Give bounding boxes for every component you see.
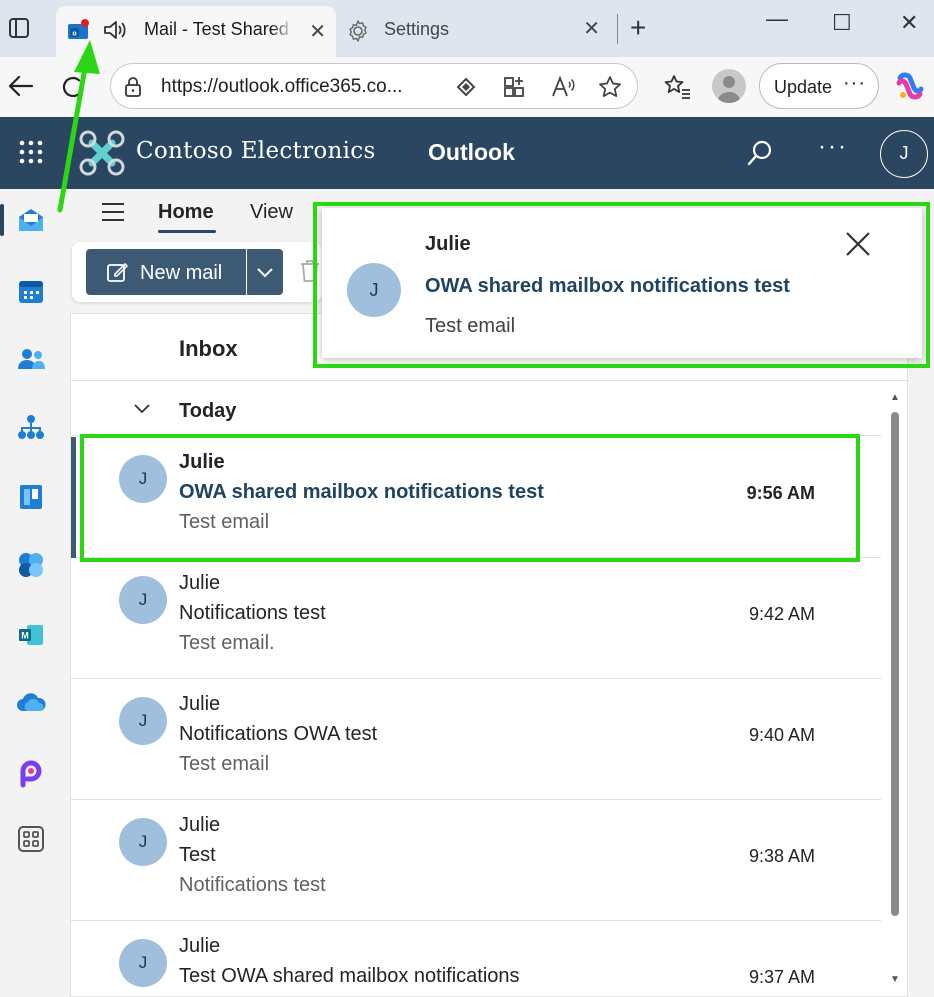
window-close-icon[interactable]: ✕: [900, 10, 918, 36]
received-time: 9:38 AM: [748, 846, 815, 866]
list-item[interactable]: J Julie Test OWA shared mailbox notifica…: [71, 921, 881, 997]
more-apps-icon[interactable]: [15, 823, 47, 855]
received-time: 9:37 AM: [748, 967, 815, 987]
calendar-icon[interactable]: [15, 275, 47, 307]
list-item[interactable]: J Julie Test Notifications test 9:38 AM: [71, 800, 881, 921]
profile-avatar[interactable]: [712, 69, 746, 103]
hamburger-menu-icon[interactable]: [100, 200, 126, 224]
app-name: Outlook: [428, 139, 515, 165]
new-mail-dropdown[interactable]: [247, 249, 283, 295]
scroll-up-icon[interactable]: ▲: [890, 392, 900, 403]
subject: Notifications test: [179, 602, 326, 624]
browser-toolbar: https://outlook.office365.co... Update ·…: [0, 57, 934, 117]
read-aloud-icon[interactable]: [549, 74, 575, 100]
new-mail-label: New mail: [140, 262, 223, 284]
group-header-today[interactable]: Today: [71, 382, 881, 436]
browser-tab-bar: o Mail - Test Shared Mailbox ✕ Settings …: [0, 0, 934, 57]
mail-icon[interactable]: [15, 205, 47, 237]
sender: Julie: [179, 693, 221, 715]
lock-icon[interactable]: [123, 76, 143, 98]
highlight-box-notification: [313, 202, 930, 368]
files-icon[interactable]: [15, 481, 47, 513]
avatar: J: [119, 939, 167, 987]
update-label: Update: [774, 77, 833, 97]
maximize-icon[interactable]: ☐: [832, 10, 852, 36]
add-extension-icon[interactable]: [501, 74, 527, 100]
tab-separator: [617, 14, 618, 44]
rail-active-indicator: [0, 204, 4, 236]
search-icon[interactable]: [746, 139, 774, 167]
onedrive-icon[interactable]: [15, 687, 47, 719]
list-item[interactable]: J Julie Notifications OWA test Test emai…: [71, 679, 881, 800]
selected-indicator: [71, 437, 76, 558]
back-arrow-icon[interactable]: [6, 71, 36, 101]
preview: Test email.: [179, 632, 275, 654]
favorites-list-icon[interactable]: [662, 71, 692, 101]
subject: Test OWA shared mailbox notifications: [179, 965, 520, 987]
preview: Test email: [179, 753, 270, 775]
tab-audio-icon[interactable]: [102, 17, 128, 43]
compose-icon: [107, 262, 129, 282]
teams-icon[interactable]: [15, 549, 47, 581]
account-avatar[interactable]: J: [880, 130, 928, 178]
browser-tab-mail[interactable]: o Mail - Test Shared Mailbox ✕: [56, 6, 336, 57]
message-list: Inbox Today J Julie OWA shared mailbox n…: [70, 313, 909, 997]
window-menu-icon[interactable]: [8, 17, 30, 39]
outlook-favicon-icon: o: [68, 19, 89, 39]
org-icon[interactable]: [15, 411, 47, 443]
contoso-logo-icon: [79, 130, 125, 176]
avatar: J: [119, 576, 167, 624]
brand-name: Contoso Electronics: [136, 138, 376, 164]
chevron-down-icon[interactable]: [133, 402, 151, 416]
copilot-icon[interactable]: [894, 70, 926, 102]
minimize-icon[interactable]: —: [766, 6, 788, 32]
scrollbar-thumb[interactable]: [891, 412, 899, 916]
received-time: 9:40 AM: [748, 725, 815, 745]
loop-icon[interactable]: [15, 757, 47, 789]
tab-close-icon[interactable]: ✕: [583, 16, 600, 41]
update-button[interactable]: Update ···: [759, 63, 879, 109]
subject: Notifications OWA test: [179, 723, 378, 745]
more-options-icon[interactable]: ···: [843, 72, 866, 95]
browser-tab-settings[interactable]: Settings ✕: [340, 6, 610, 52]
scroll-down-icon[interactable]: ▼: [890, 974, 900, 985]
preview: Notifications test: [179, 874, 326, 896]
highlight-box-message: [80, 434, 860, 562]
outlook-header: Contoso Electronics Outlook ··· J: [0, 117, 934, 189]
tab-home[interactable]: Home: [158, 201, 214, 224]
svg-text:o: o: [72, 31, 76, 38]
app-launcher-icon[interactable]: [18, 139, 44, 165]
refresh-icon[interactable]: [58, 72, 88, 102]
list-scrollbar[interactable]: ▲ ▼: [886, 382, 906, 997]
sender: Julie: [179, 935, 221, 957]
list-item[interactable]: J Julie Notifications test Test email. 9…: [71, 558, 881, 679]
url-text[interactable]: https://outlook.office365.co...: [161, 76, 403, 98]
new-mail-button[interactable]: New mail: [86, 249, 246, 295]
sender: Julie: [179, 814, 221, 836]
immersive-reader-icon[interactable]: [453, 74, 479, 100]
gear-icon: [349, 20, 367, 42]
tab-title: Settings: [384, 19, 450, 39]
app-rail: M: [0, 189, 62, 997]
tab-home-underline: [158, 230, 216, 233]
sender: Julie: [179, 572, 221, 594]
svg-text:M: M: [21, 631, 29, 641]
folder-title: Inbox: [179, 336, 238, 361]
favorite-star-icon[interactable]: [597, 74, 623, 100]
address-bar[interactable]: https://outlook.office365.co...: [110, 63, 638, 109]
more-icon[interactable]: ···: [818, 133, 848, 161]
chevron-down-icon: [257, 268, 273, 278]
avatar: J: [119, 697, 167, 745]
new-tab-icon[interactable]: +: [630, 12, 646, 44]
word-icon[interactable]: M: [15, 619, 47, 651]
tab-view[interactable]: View: [250, 201, 293, 224]
people-icon[interactable]: [15, 343, 47, 375]
group-label: Today: [179, 400, 237, 422]
tab-title: Mail - Test Shared Mailbox: [144, 19, 294, 39]
received-time: 9:42 AM: [748, 604, 815, 624]
subject: Test: [179, 844, 216, 866]
tab-close-icon[interactable]: ✕: [309, 19, 326, 44]
avatar: J: [119, 818, 167, 866]
